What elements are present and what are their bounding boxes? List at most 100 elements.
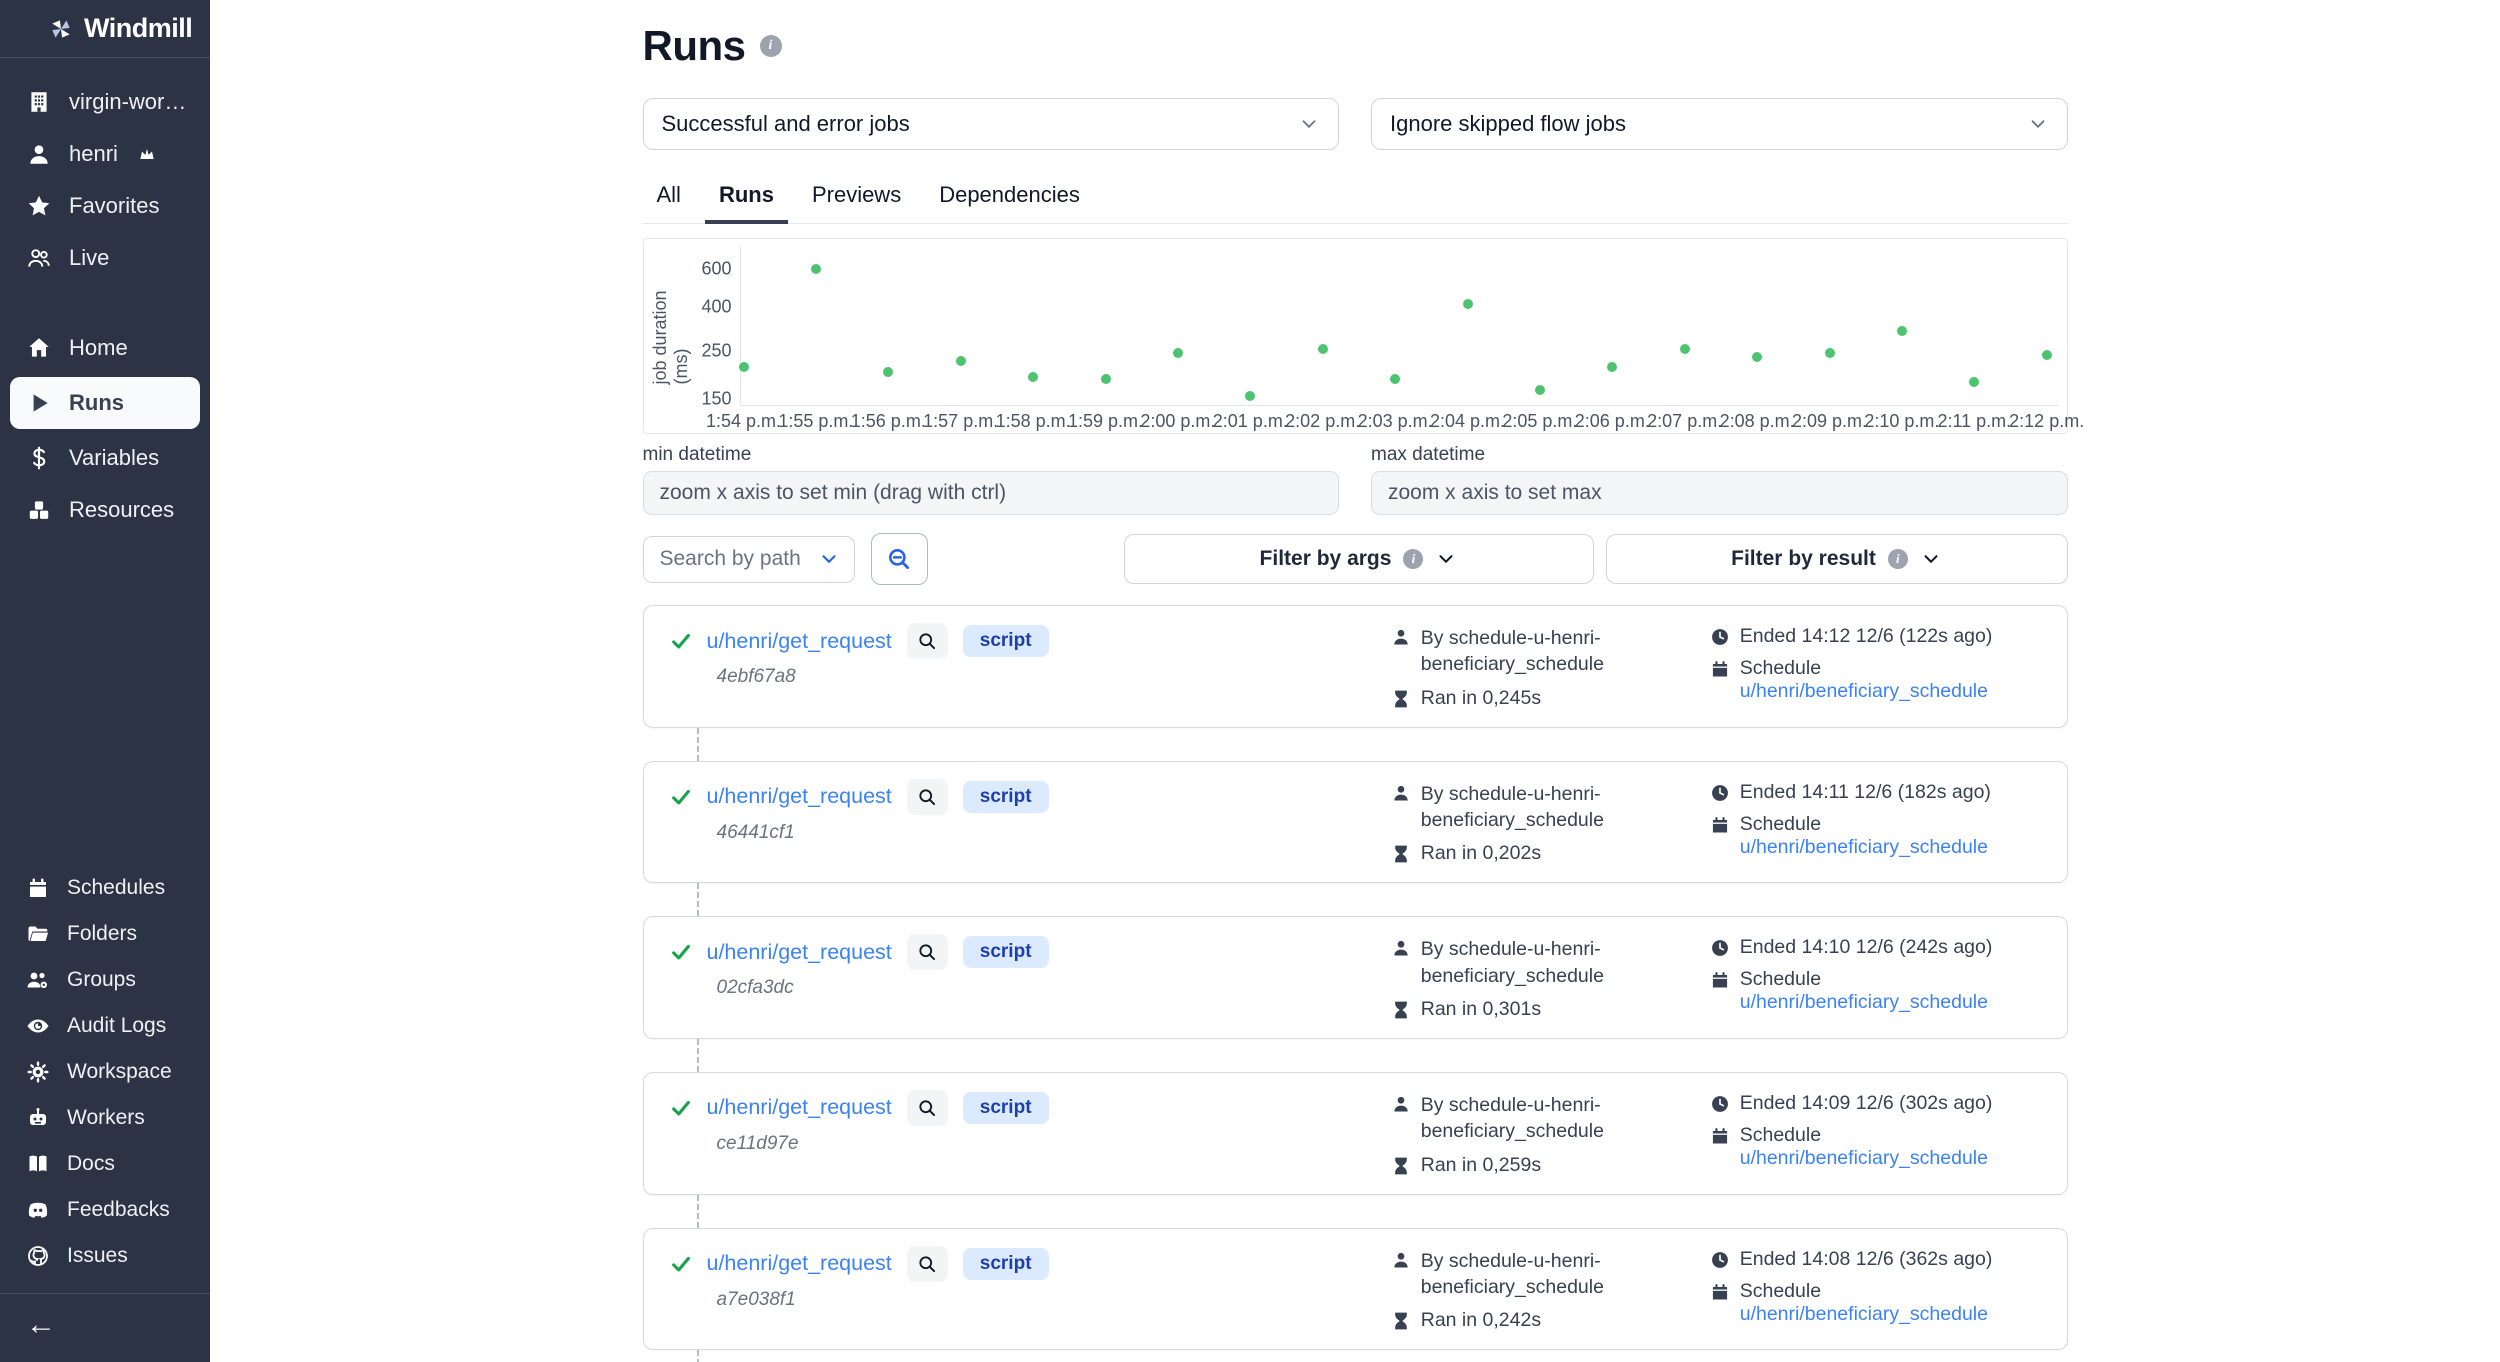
sidebar-item-audit-logs[interactable]: Audit Logs: [0, 1003, 210, 1049]
info-icon: i: [1888, 549, 1908, 569]
sidebar-item-variables[interactable]: Variables: [0, 432, 210, 484]
run-card[interactable]: u/henri/get_request script 4ebf67a8 By s…: [643, 605, 2068, 728]
chart-x-tick: 2:11 p.m.: [1937, 411, 2011, 432]
sidebar-item-groups[interactable]: Groups: [0, 957, 210, 1003]
success-check-icon: [670, 941, 692, 963]
inspect-run-button[interactable]: [907, 934, 948, 970]
sidebar-item-workspace[interactable]: Workspace: [0, 1049, 210, 1095]
run-path-link[interactable]: u/henri/get_request: [707, 784, 892, 809]
run-path-link[interactable]: u/henri/get_request: [707, 1095, 892, 1120]
schedule-link[interactable]: u/henri/beneficiary_schedule: [1740, 991, 1988, 1013]
clock-icon: [1710, 938, 1730, 958]
schedule-link[interactable]: u/henri/beneficiary_schedule: [1740, 1303, 1988, 1325]
search-icon: [917, 787, 937, 807]
runs-info-icon[interactable]: i: [760, 35, 782, 57]
run-path-link[interactable]: u/henri/get_request: [707, 940, 892, 965]
search-by-path-value: Search by path: [660, 547, 801, 571]
search-by-path-select[interactable]: Search by path: [643, 536, 855, 583]
tab-dependencies[interactable]: Dependencies: [925, 174, 1094, 223]
sidebar-item-docs[interactable]: Docs: [0, 1141, 210, 1187]
collapse-sidebar-button[interactable]: ←: [0, 1294, 210, 1362]
skipped-flow-select[interactable]: Ignore skipped flow jobs: [1371, 98, 2068, 150]
chart-data-point: [1607, 362, 1617, 372]
user-icon: [1391, 938, 1411, 958]
min-datetime-input[interactable]: [643, 471, 1340, 515]
windmill-icon: [48, 16, 74, 42]
chart-y-tick: 400: [680, 296, 732, 317]
max-datetime-input[interactable]: [1371, 471, 2068, 515]
windmill-logo[interactable]: Windmill: [0, 0, 210, 58]
sidebar-item-home[interactable]: Home: [0, 322, 210, 374]
inspect-run-button[interactable]: [907, 623, 948, 659]
sidebar-item-live[interactable]: Live: [0, 232, 210, 284]
run-triggered-by: By schedule-u-henri- beneficiary_schedul…: [1421, 1092, 1604, 1145]
sidebar-item-runs[interactable]: Runs: [10, 377, 200, 429]
runs-tabs: All Runs Previews Dependencies: [643, 174, 2068, 224]
run-card[interactable]: u/henri/get_request script 46441cf1 By s…: [643, 761, 2068, 884]
run-ended-at: Ended 14:12 12/6 (122s ago): [1740, 625, 1993, 648]
user-menu[interactable]: henri: [0, 128, 210, 180]
chart-x-tick: 1:55 p.m.: [778, 411, 853, 432]
run-card[interactable]: u/henri/get_request script a7e038f1 By s…: [643, 1228, 2068, 1351]
run-ended-at: Ended 14:08 12/6 (362s ago): [1740, 1248, 1993, 1271]
page-title: Runs: [643, 22, 746, 70]
run-schedule: Schedule u/henri/beneficiary_schedule: [1740, 813, 2057, 859]
job-kind-badge: script: [963, 625, 1049, 657]
sidebar-item-folders[interactable]: Folders: [0, 911, 210, 957]
chart-y-axis-line: [740, 247, 741, 405]
tab-all[interactable]: All: [643, 174, 695, 223]
search-minus-icon: [886, 546, 912, 572]
folder-icon: [26, 922, 50, 946]
schedules-label: Schedules: [67, 876, 165, 900]
chart-x-tick: 2:02 p.m.: [1285, 411, 1360, 432]
run-card[interactable]: u/henri/get_request script 02cfa3dc By s…: [643, 916, 2068, 1039]
user-icon: [1391, 1250, 1411, 1270]
job-kind-select[interactable]: Successful and error jobs: [643, 98, 1340, 150]
inspect-run-button[interactable]: [907, 1246, 948, 1282]
sidebar-item-workers[interactable]: Workers: [0, 1095, 210, 1141]
timeline-connector: [697, 1195, 699, 1228]
chart-data-point: [1535, 385, 1545, 395]
filter-by-args-button[interactable]: Filter by args i: [1124, 534, 1594, 584]
inspect-run-button[interactable]: [907, 779, 948, 815]
workspace-switcher[interactable]: virgin-worksp...: [0, 76, 210, 128]
inspect-run-button[interactable]: [907, 1090, 948, 1126]
chart-x-tick: 2:01 p.m.: [1213, 411, 1288, 432]
filter-by-result-label: Filter by result: [1731, 547, 1876, 571]
variables-label: Variables: [69, 445, 159, 471]
timeline-connector: [697, 1039, 699, 1072]
job-kind-value: Successful and error jobs: [662, 111, 910, 137]
schedule-link[interactable]: u/henri/beneficiary_schedule: [1740, 1147, 1988, 1169]
schedule-link[interactable]: u/henri/beneficiary_schedule: [1740, 836, 1988, 858]
run-card[interactable]: u/henri/get_request script ce11d97e By s…: [643, 1072, 2068, 1195]
chart-x-tick: 2:05 p.m.: [1502, 411, 1577, 432]
chart-data-point: [1173, 348, 1183, 358]
run-duration: Ran in 0,242s: [1421, 1309, 1541, 1332]
filter-by-result-button[interactable]: Filter by result i: [1606, 534, 2068, 584]
run-path-link[interactable]: u/henri/get_request: [707, 1251, 892, 1276]
tab-previews[interactable]: Previews: [798, 174, 915, 223]
chevron-down-icon: [1298, 113, 1320, 135]
zoom-reset-button[interactable]: [871, 533, 928, 585]
sidebar-item-issues[interactable]: Issues: [0, 1233, 210, 1279]
robot-icon: [26, 1106, 50, 1130]
run-path-link[interactable]: u/henri/get_request: [707, 629, 892, 654]
hourglass-icon: [1391, 1156, 1411, 1176]
info-icon: i: [1403, 549, 1423, 569]
tab-runs[interactable]: Runs: [705, 174, 788, 224]
chart-data-point: [1245, 391, 1255, 401]
folders-label: Folders: [67, 922, 137, 946]
schedule-link[interactable]: u/henri/beneficiary_schedule: [1740, 680, 1988, 702]
sidebar-item-favorites[interactable]: Favorites: [0, 180, 210, 232]
hourglass-icon: [1391, 844, 1411, 864]
run-duration: Ran in 0,245s: [1421, 687, 1541, 710]
groups-label: Groups: [67, 968, 136, 992]
run-duration: Ran in 0,259s: [1421, 1154, 1541, 1177]
sidebar-item-schedules[interactable]: Schedules: [0, 865, 210, 911]
sidebar-item-feedbacks[interactable]: Feedbacks: [0, 1187, 210, 1233]
resources-label: Resources: [69, 497, 174, 523]
sidebar-item-resources[interactable]: Resources: [0, 484, 210, 536]
chart-data-point: [1752, 352, 1762, 362]
job-duration-chart[interactable]: job duration (ms) 6004002501501:54 p.m.1…: [643, 238, 2068, 434]
chevron-down-icon: [1920, 548, 1942, 570]
